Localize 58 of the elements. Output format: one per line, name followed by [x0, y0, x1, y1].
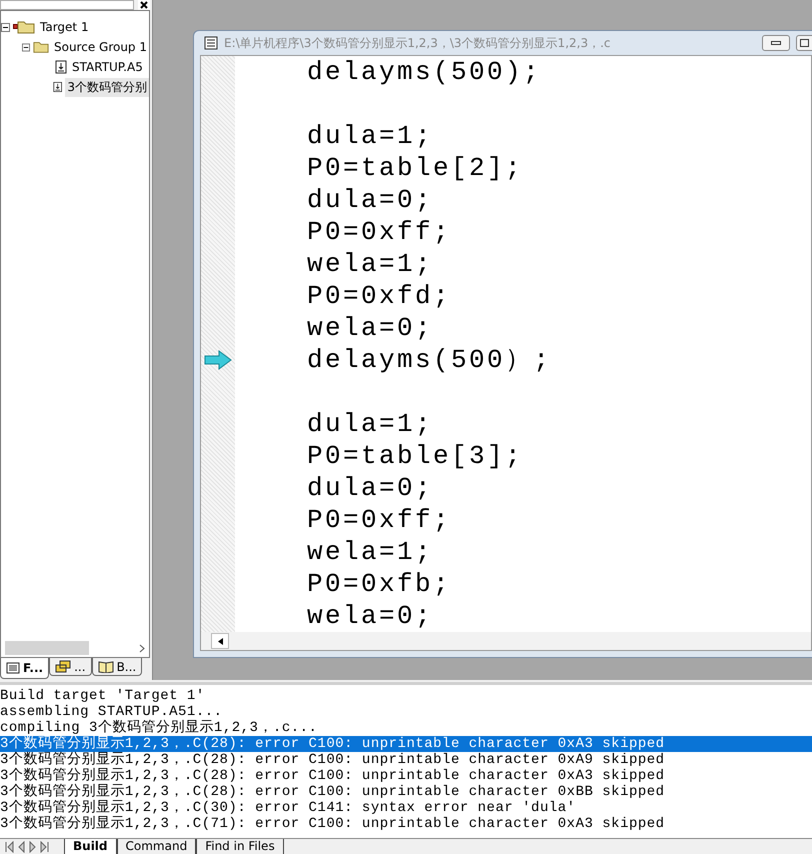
tab-label: F...: [23, 661, 44, 675]
code-line: P0=table[3];: [307, 440, 524, 472]
minimize-icon: [771, 41, 781, 45]
output-tab[interactable]: Find in Files: [196, 839, 284, 854]
code-line: P0=0xfb;: [307, 568, 452, 600]
code-line: wela=0;: [307, 600, 434, 632]
panel-tab[interactable]: ...: [49, 658, 92, 676]
code-line: dula=1;: [307, 120, 434, 152]
output-line[interactable]: assembling STARTUP.A51...: [0, 704, 812, 720]
document-icon: [6, 662, 20, 674]
code-line: dula=0;: [307, 184, 434, 216]
code-line: wela=1;: [307, 248, 434, 280]
tree-item[interactable]: Source Group 1: [52, 39, 149, 55]
code-line: P0=0xff;: [307, 216, 452, 248]
output-line[interactable]: Build target 'Target 1': [0, 688, 812, 704]
document-icon: [204, 36, 218, 50]
left-arrow-icon: [218, 638, 222, 644]
collapse-icon[interactable]: [1, 22, 10, 32]
target-folder-icon: [13, 20, 35, 34]
stacked-folders-icon: [55, 660, 72, 673]
collapse-icon[interactable]: [22, 42, 30, 52]
scrollbar-thumb[interactable]: [5, 641, 89, 655]
tab-label: B...: [116, 660, 136, 674]
code-line: P0=table[2];: [307, 152, 524, 184]
output-line[interactable]: 3个数码管分别显示1,2,3，.C(71): error C100: unprintable character 0xA3 skipped: [0, 816, 812, 832]
code-line: wela=0;: [307, 312, 434, 344]
chevron-right-icon[interactable]: [139, 644, 145, 652]
file-icon: [55, 60, 67, 74]
output-line[interactable]: 3个数码管分别显示1,2,3，.C(28): error C100: unprintable character 0xBB skipped: [0, 784, 812, 800]
folder-icon: [33, 40, 49, 54]
code-line: delayms(500);: [307, 56, 542, 88]
code-line: dula=1;: [307, 408, 434, 440]
output-line[interactable]: 3个数码管分别显示1,2,3，.C(28): error C100: unprintable character 0xA3 skipped: [0, 768, 812, 784]
book-icon: [98, 660, 114, 673]
code-line: delayms(500）;: [307, 344, 552, 376]
code-line: P0=0xff;: [307, 504, 452, 536]
close-icon: [140, 1, 148, 9]
output-line[interactable]: 3个数码管分别显示1,2,3，.C(28): error C100: unprintable character 0xA9 skipped: [0, 752, 812, 768]
tab-label: ...: [74, 660, 86, 674]
code-line: wela=1;: [307, 536, 434, 568]
maximize-button[interactable]: [796, 35, 812, 51]
output-tab[interactable]: Command: [116, 839, 196, 854]
code-line: P0=0xfd;: [307, 280, 452, 312]
close-button[interactable]: [138, 0, 150, 10]
panel-tab[interactable]: B...: [92, 658, 142, 676]
output-tab[interactable]: Build: [64, 839, 117, 854]
window-title: E:\单片机程序\3个数码管分别显示1,2,3，\3个数码管分别显示1,2,3，.c: [224, 34, 612, 52]
minimize-button[interactable]: [762, 35, 790, 51]
output-line[interactable]: compiling 3个数码管分别显示1,2,3，.c...: [0, 720, 812, 736]
output-line[interactable]: 3个数码管分别显示1,2,3，.C(30): error C141: syntax error near 'dula': [0, 800, 812, 816]
tree-item[interactable]: 3个数码管分别: [65, 78, 149, 96]
code-line: dula=0;: [307, 472, 434, 504]
maximize-icon: [800, 39, 809, 47]
tree-item[interactable]: STARTUP.A5: [70, 59, 145, 75]
panel-tab[interactable]: F...: [0, 658, 50, 679]
tree-item[interactable]: Target 1: [38, 19, 91, 35]
scroll-left-button[interactable]: [211, 633, 229, 649]
file-icon: [53, 80, 62, 94]
